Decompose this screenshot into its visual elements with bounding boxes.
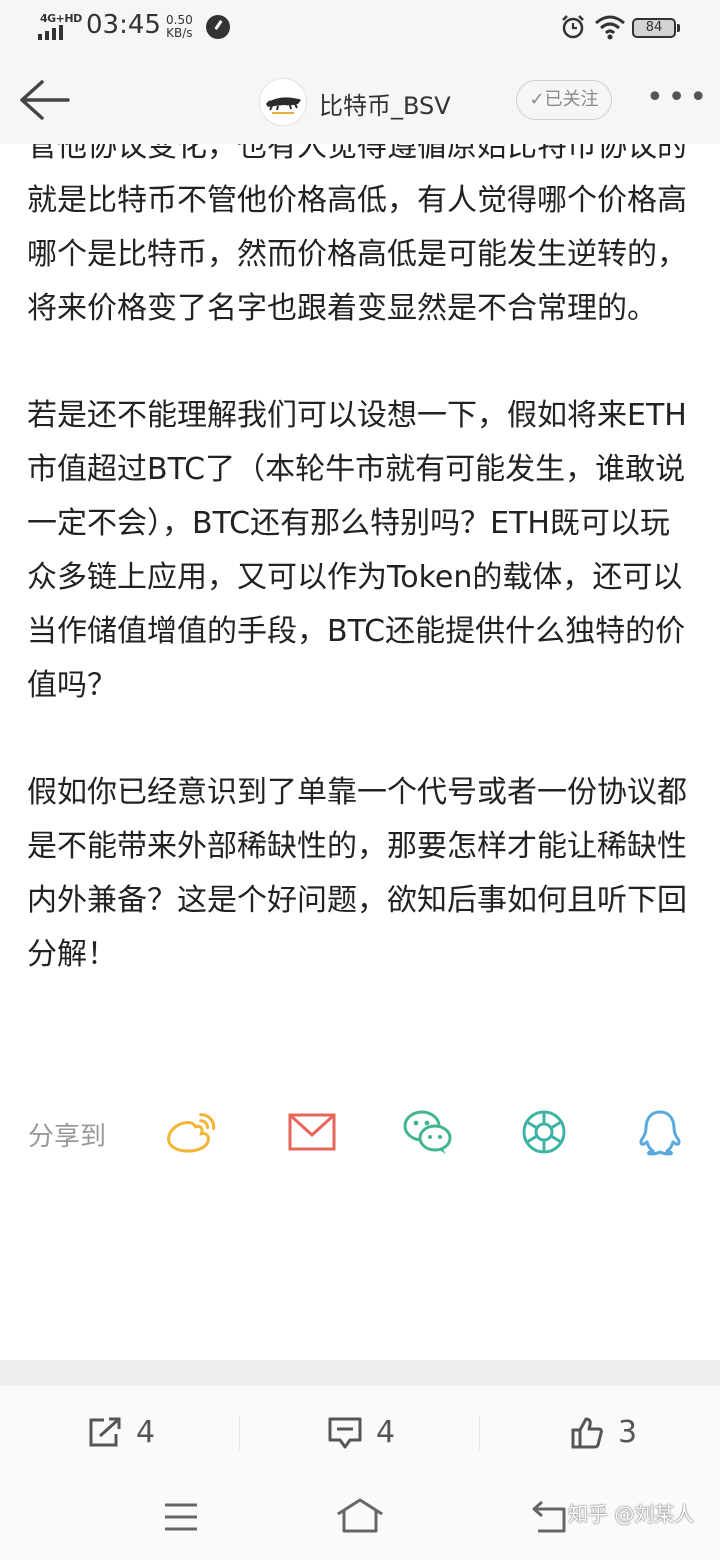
article-body: 管他协议变化，也有人觉得遵循原始比特币协议的就是比特币不管他价格高低，有人觉得哪… (0, 144, 720, 1359)
status-time: 03:45 (86, 10, 161, 40)
system-nav-bar: 知乎 @刘某人 (0, 1480, 720, 1560)
header-bar: 比特币_BSV ✓已关注 ••• (0, 56, 720, 144)
wifi-icon (595, 15, 625, 40)
qq-icon[interactable] (634, 1108, 686, 1156)
back-nav-icon[interactable] (530, 1500, 568, 1534)
like-count: 3 (618, 1415, 638, 1450)
mail-icon[interactable] (286, 1108, 338, 1156)
signal-icon: 4G+HD (38, 12, 82, 42)
article-paragraph: 若是还不能理解我们可以设想一下，假如将来ETH市值超过BTC了（本轮牛市就有可能… (27, 398, 687, 703)
back-arrow-icon[interactable] (18, 78, 70, 122)
network-speed: 0.50 KB/s (166, 14, 193, 40)
alarm-icon (562, 15, 584, 39)
thumbs-up-icon (571, 1417, 603, 1449)
watermark: 知乎 @刘某人 (568, 1502, 695, 1526)
moments-icon[interactable] (518, 1108, 570, 1156)
menu-icon[interactable] (164, 1502, 198, 1532)
page-title: 比特币_BSV (319, 92, 451, 120)
article-paragraph: 假如你已经意识到了单靠一个代号或者一份协议都是不能带来外部稀缺性的，那要怎样才能… (27, 775, 687, 972)
speed-unit: KB/s (166, 26, 193, 40)
avatar[interactable] (259, 78, 307, 126)
action-divider (239, 1416, 240, 1450)
share-row: 分享到 (0, 1108, 720, 1158)
status-bar: 4G+HD 03:45 0.50 KB/s 84 (0, 0, 720, 56)
home-icon[interactable] (336, 1498, 384, 1534)
share-count: 4 (136, 1415, 156, 1450)
more-options-icon[interactable]: ••• (646, 83, 711, 113)
weibo-icon[interactable] (166, 1108, 218, 1156)
bottom-action-bar: 4 4 3 (0, 1386, 720, 1480)
share-out-icon (89, 1417, 121, 1447)
article-paragraph: 管他协议变化，也有人觉得遵循原始比特币协议的就是比特币不管他价格高低，有人觉得哪… (27, 144, 687, 326)
comment-icon (328, 1417, 362, 1449)
action-divider (479, 1416, 480, 1450)
data-saver-icon (206, 15, 230, 39)
wechat-icon[interactable] (402, 1108, 454, 1156)
honey-badger-logo-icon (266, 95, 301, 114)
battery-indicator: 84 (632, 18, 680, 38)
follow-button[interactable]: ✓已关注 (516, 80, 612, 120)
section-divider (0, 1360, 720, 1386)
network-type: 4G+HD (40, 12, 82, 25)
comment-count: 4 (376, 1415, 396, 1450)
share-label: 分享到 (28, 1122, 107, 1152)
